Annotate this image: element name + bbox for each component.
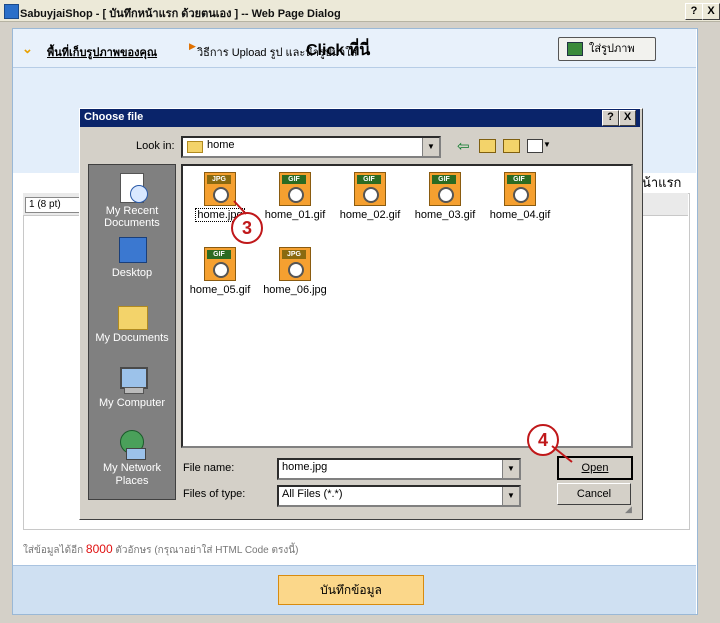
file-item[interactable]: GIF home_01.gif — [258, 172, 332, 221]
chevron-down-icon: ⌄ — [22, 41, 33, 56]
remaining-prefix: ใส่ข้อมูลได้อีก — [23, 545, 84, 556]
picture-icon — [567, 42, 583, 57]
files-of-type-value: All Files (*.*) — [282, 488, 343, 500]
file-item[interactable]: GIF home_05.gif — [183, 247, 257, 296]
file-type-tag: JPG — [282, 250, 306, 259]
my-computer-icon — [116, 365, 148, 395]
window-title-bar: SabuyjaiShop - [ บันทึกหน้าแรก ด้วยตนเอง… — [0, 0, 720, 22]
dialog-title: Choose file — [84, 111, 144, 123]
help-button[interactable]: ? — [685, 3, 703, 20]
save-button[interactable]: บันทึกข้อมูล — [278, 575, 424, 605]
arrow-right-icon: ▶ — [189, 41, 196, 51]
gif-file-icon: GIF — [354, 172, 386, 206]
recent-documents-icon — [116, 173, 148, 203]
place-desktop[interactable]: Desktop — [89, 235, 175, 279]
view-menu-chevron-icon[interactable]: ▼ — [543, 140, 551, 149]
new-folder-icon[interactable] — [503, 139, 520, 153]
files-of-type-select[interactable]: All Files (*.*) ▼ — [277, 485, 521, 507]
remaining-count: 8000 — [85, 542, 113, 556]
view-menu-icon[interactable] — [527, 139, 543, 153]
file-type-tag: GIF — [357, 175, 381, 184]
gif-file-icon: GIF — [504, 172, 536, 206]
file-name-label: File name: — [183, 462, 235, 474]
chevron-down-icon[interactable]: ▼ — [422, 138, 439, 156]
app-icon — [4, 4, 19, 19]
file-name: home_05.gif — [189, 284, 251, 296]
place-label: My Network Places — [102, 462, 162, 487]
chevron-down-icon[interactable]: ▼ — [502, 487, 519, 505]
files-of-type-label: Files of type: — [183, 488, 246, 500]
places-bar: My Recent Documents Desktop My Documents… — [88, 164, 176, 500]
gif-file-icon: GIF — [279, 172, 311, 206]
desktop-icon — [116, 235, 148, 265]
gif-file-icon: GIF — [429, 172, 461, 206]
file-name-input[interactable]: home.jpg ▼ — [277, 458, 521, 480]
cancel-button[interactable]: Cancel — [557, 483, 631, 505]
file-item[interactable]: GIF home_03.gif — [408, 172, 482, 221]
file-type-tag: GIF — [432, 175, 456, 184]
up-folder-icon[interactable] — [479, 139, 496, 153]
file-type-tag: GIF — [282, 175, 306, 184]
place-label: My Documents — [95, 332, 169, 344]
font-size-select[interactable]: 1 (8 pt) — [25, 197, 82, 213]
network-places-icon — [116, 430, 148, 460]
place-recent-documents[interactable]: My Recent Documents — [89, 173, 175, 229]
back-icon[interactable]: ⇦ — [457, 137, 470, 155]
resize-grip-icon[interactable]: ◢ — [625, 504, 632, 515]
file-name: home_04.gif — [489, 209, 551, 221]
folder-icon — [187, 141, 203, 153]
close-button[interactable]: X — [702, 3, 720, 20]
look-in-label: Look in: — [136, 140, 175, 152]
image-storage-link[interactable]: พื้นที่เก็บรูปภาพของคุณ — [47, 43, 157, 61]
look-in-select[interactable]: home ▼ — [181, 136, 441, 158]
char-remaining-text: ใส่ข้อมูลได้อีก 8000 ตัวอักษร (กรุณาอย่า… — [23, 542, 298, 558]
step-3-pointer — [233, 200, 247, 215]
page-label-partial: น้าแรก — [642, 175, 682, 190]
dialog-help-button[interactable]: ? — [602, 110, 619, 126]
place-label: My Computer — [98, 397, 166, 409]
open-label: Open — [581, 462, 609, 474]
step-4-pointer — [551, 445, 573, 463]
place-network[interactable]: My Network Places — [89, 430, 175, 488]
file-item[interactable]: GIF home_04.gif — [483, 172, 557, 221]
file-item[interactable]: JPG home_06.jpg — [258, 247, 332, 296]
insert-image-button[interactable]: ใส่รูปภาพ — [558, 37, 656, 61]
file-type-tag: GIF — [207, 250, 231, 259]
file-type-tag: GIF — [507, 175, 531, 184]
place-my-computer[interactable]: My Computer — [89, 365, 175, 409]
look-in-value: home — [207, 139, 235, 151]
chevron-down-icon[interactable]: ▼ — [502, 460, 519, 478]
file-name: home_02.gif — [339, 209, 401, 221]
file-name-value: home.jpg — [282, 461, 328, 473]
file-type-tag: JPG — [207, 175, 231, 184]
jpg-file-icon: JPG — [279, 247, 311, 281]
place-my-documents[interactable]: My Documents — [89, 300, 175, 344]
dialog-title-bar: Choose file ? X — [80, 109, 640, 127]
window-title: SabuyjaiShop - [ บันทึกหน้าแรก ด้วยตนเอง… — [20, 8, 341, 20]
file-name: home_03.gif — [414, 209, 476, 221]
file-name: home_01.gif — [264, 209, 326, 221]
my-documents-icon — [116, 300, 148, 330]
file-name: home_06.jpg — [263, 284, 327, 296]
dialog-close-button[interactable]: X — [619, 110, 636, 126]
gif-file-icon: GIF — [204, 247, 236, 281]
file-item[interactable]: GIF home_02.gif — [333, 172, 407, 221]
place-label: My Recent Documents — [104, 205, 160, 229]
remaining-suffix: ตัวอักษร (กรุณาอย่าใส่ HTML Code ตรงนี้) — [115, 545, 299, 556]
click-here-link[interactable]: Click ที่นี่ — [306, 38, 370, 63]
insert-image-label: ใส่รูปภาพ — [589, 43, 635, 55]
place-label: Desktop — [111, 267, 153, 279]
